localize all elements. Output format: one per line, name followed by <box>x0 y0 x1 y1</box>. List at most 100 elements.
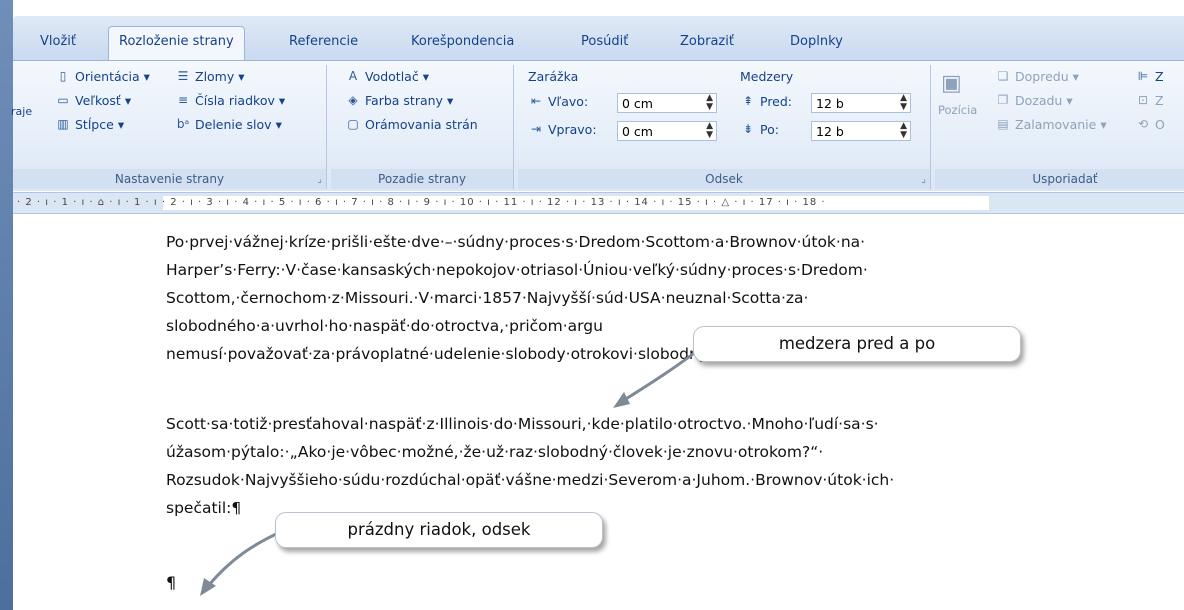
text-wrapping-button[interactable]: ▤ Zalamovanie ▾ <box>995 117 1107 132</box>
rotate-label: O <box>1155 117 1165 132</box>
orientation-label: Orientácia <box>75 69 140 84</box>
spin-arrows-icon[interactable]: ▲ ▼ <box>706 94 713 112</box>
indent-left-icon: ⇤ <box>530 94 542 108</box>
indent-left-input[interactable]: 0 cm ▲ ▼ <box>617 93 717 113</box>
send-backward-label: Dozadu <box>1015 93 1063 108</box>
tab-page-layout[interactable]: Rozloženie strany <box>108 26 245 60</box>
spacing-after-label: ⇟ Po: <box>740 122 779 137</box>
ribbon-tab-bar: Vložiť Rozloženie strany Referencie Kore… <box>13 16 1184 60</box>
size-button[interactable]: ▭ Veľkosť ▾ <box>55 93 131 108</box>
callout-spacing: medzera pred a po <box>693 326 1021 362</box>
dialog-launcher-icon[interactable]: ⌟ <box>921 174 926 185</box>
orientation-icon: ▯ <box>59 69 67 83</box>
chevron-down-icon: ▾ <box>117 117 125 132</box>
position-button[interactable]: Pozícia <box>938 103 977 117</box>
chevron-down-icon: ▾ <box>278 93 286 108</box>
indent-right-icon: ⇥ <box>530 122 542 136</box>
line-numbers-label: Čísla riadkov <box>195 93 275 108</box>
group-page-setup: raje ▯ Orientácia ▾ ▭ Veľkosť ▾ ▥ Stĺpce ▾ ☰ Zl… <box>11 65 327 189</box>
send-backward-button[interactable]: ❐ Dozadu ▾ <box>995 93 1073 108</box>
text-wrapping-label: Zalamovanie <box>1015 117 1097 132</box>
breaks-button[interactable]: ☰ Zlomy ▾ <box>175 69 245 84</box>
line-numbers-icon: ≡ <box>177 93 189 107</box>
line-numbers-button[interactable]: ≡ Čísla riadkov ▾ <box>175 93 285 108</box>
group-button[interactable]: ⊡ Z <box>1135 93 1164 108</box>
rotate-button[interactable]: ⟲ O <box>1135 117 1165 132</box>
hyphenation-icon: bᵃ <box>176 117 190 131</box>
spacing-before-value: 12 b <box>816 96 844 111</box>
group-page-background: A Vodotlač ▾ ◈ Farba strany ▾ ▢ Orámovania st… <box>331 65 514 189</box>
group-label-page-background: Pozadie strany <box>331 169 513 189</box>
group-paragraph: Zarážka ⇤ Vľavo: 0 cm ▲ ▼ ⇥ Vpravo: 0 cm ▲ ▼ M… <box>518 65 931 189</box>
hyphenation-label: Delenie slov <box>195 117 272 132</box>
page-borders-icon: ▢ <box>347 117 359 131</box>
columns-button[interactable]: ▥ Stĺpce ▾ <box>55 117 124 132</box>
indent-left-label: ⇤ Vľavo: <box>528 94 588 109</box>
tab-review[interactable]: Posúdiť <box>581 29 628 57</box>
indent-right-value: 0 cm <box>622 124 653 139</box>
horizontal-ruler[interactable]: · 2 · ı · 1 · ı · ⌂ · ı · 1 · ı · 2 · ı … <box>13 192 1184 214</box>
spacing-before-input[interactable]: 12 b ▲ ▼ <box>811 93 911 113</box>
chevron-down-icon: ▾ <box>1072 69 1079 84</box>
chevron-down-icon: ▾ <box>1066 93 1073 108</box>
watermark-button[interactable]: A Vodotlač ▾ <box>345 69 429 84</box>
ribbon: raje ▯ Orientácia ▾ ▭ Veľkosť ▾ ▥ Stĺpce ▾ ☰ Zl… <box>11 60 1184 191</box>
group-label-page-setup: Nastavenie strany <box>13 169 326 189</box>
position-icon[interactable]: ▣ <box>941 71 962 96</box>
spin-arrows-icon[interactable]: ▲ ▼ <box>900 94 907 112</box>
window-left-edge <box>0 0 13 610</box>
watermark-icon: A <box>348 69 358 83</box>
group-label-paragraph: Odsek <box>518 169 930 189</box>
margins-button-partial[interactable]: raje <box>11 105 32 118</box>
page-color-label: Farba strany <box>365 93 443 108</box>
size-label: Veľkosť <box>75 93 121 108</box>
indent-right-input[interactable]: 0 cm ▲ ▼ <box>617 121 717 141</box>
breaks-label: Zlomy <box>195 69 235 84</box>
bring-forward-button[interactable]: ❏ Dopredu ▾ <box>995 69 1079 84</box>
spin-arrows-icon[interactable]: ▲ ▼ <box>900 122 907 140</box>
bring-forward-label: Dopredu <box>1015 69 1069 84</box>
group-icon: ⊡ <box>1137 93 1149 107</box>
tab-mailings[interactable]: Korešpondencia <box>411 29 514 57</box>
text-wrapping-icon: ▤ <box>997 117 1009 131</box>
watermark-label: Vodotlač <box>365 69 419 84</box>
indent-right-text: Vpravo: <box>548 122 597 137</box>
page-borders-button[interactable]: ▢ Orámovania strán <box>345 117 477 132</box>
spacing-after-icon: ⇟ <box>742 122 754 136</box>
chevron-down-icon: ▾ <box>1100 117 1107 132</box>
document-page[interactable]: Po·prvej·vážnej·kríze·prišli·ešte·dve·–·… <box>13 214 1184 610</box>
bring-forward-icon: ❏ <box>997 69 1009 83</box>
chevron-down-icon: ▾ <box>446 93 454 108</box>
spacing-after-text: Po: <box>760 122 779 137</box>
callout-arrow-empty-line <box>206 528 286 587</box>
indent-right-label: ⇥ Vpravo: <box>528 122 597 137</box>
tab-references[interactable]: Referencie <box>289 29 358 57</box>
spacing-before-text: Pred: <box>760 94 793 109</box>
spin-arrows-icon[interactable]: ▲ ▼ <box>706 122 713 140</box>
chevron-down-icon: ▾ <box>275 117 282 132</box>
align-label: Z <box>1155 69 1164 84</box>
chevron-down-icon: ▾ <box>124 93 132 108</box>
chevron-down-icon: ▾ <box>238 69 245 84</box>
spacing-before-label: ⇞ Pred: <box>740 94 792 109</box>
callout-empty-line: prázdny riadok, odsek <box>275 512 603 548</box>
paint-bucket-icon: ◈ <box>348 93 358 107</box>
align-button[interactable]: ⊫ Z <box>1135 69 1164 84</box>
word-window: Vložiť Rozloženie strany Referencie Kore… <box>0 0 1184 610</box>
group-label: Z <box>1155 93 1164 108</box>
indent-left-text: Vľavo: <box>548 94 589 109</box>
align-icon: ⊫ <box>1137 69 1149 83</box>
tab-view[interactable]: Zobraziť <box>680 29 734 57</box>
indent-left-value: 0 cm <box>622 96 653 111</box>
page-color-button[interactable]: ◈ Farba strany ▾ <box>345 93 453 108</box>
spacing-after-input[interactable]: 12 b ▲ ▼ <box>811 121 911 141</box>
dialog-launcher-icon[interactable]: ⌟ <box>317 174 322 185</box>
columns-icon: ▥ <box>57 117 69 131</box>
orientation-button[interactable]: ▯ Orientácia ▾ <box>55 69 150 84</box>
chevron-down-icon: ▾ <box>143 69 150 84</box>
callout-arrow-spacing <box>620 344 704 404</box>
tab-insert[interactable]: Vložiť <box>40 29 76 57</box>
tab-addins[interactable]: Doplnky <box>790 29 843 57</box>
hyphenation-button[interactable]: bᵃ Delenie slov ▾ <box>175 117 282 132</box>
spacing-after-value: 12 b <box>816 124 844 139</box>
